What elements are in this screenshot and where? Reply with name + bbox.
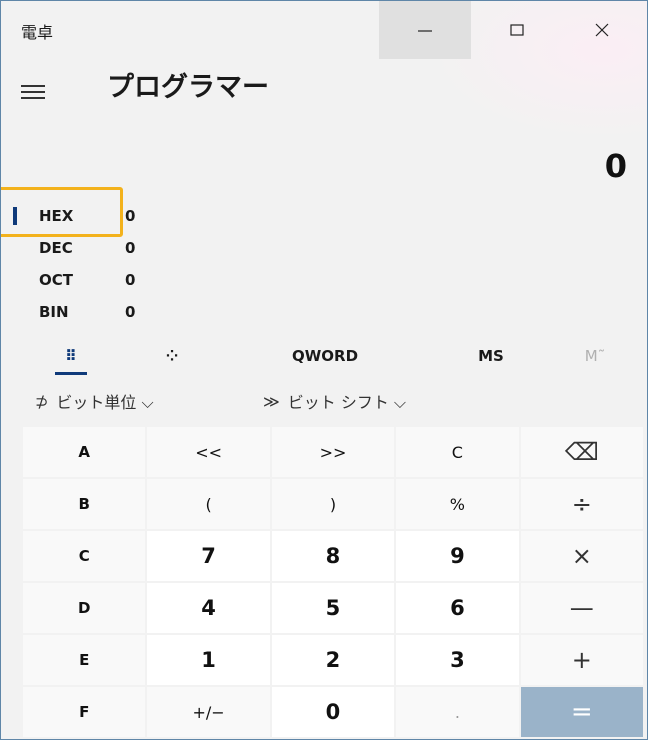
key-decimal[interactable]: . — [396, 687, 519, 737]
key-right-shift[interactable]: >> — [271, 427, 395, 477]
bitwise-icon: ⊅ — [35, 391, 49, 411]
hamburger-menu-icon[interactable] — [21, 85, 45, 99]
key-3[interactable]: 3 — [396, 635, 519, 685]
key-left-shift[interactable]: << — [147, 427, 270, 477]
backspace-icon[interactable]: ⌫ — [520, 427, 643, 477]
key-negate[interactable]: +/− — [147, 687, 270, 737]
radix-label: DEC — [39, 239, 73, 257]
radix-value: 0 — [125, 239, 136, 257]
radix-value: 0 — [125, 303, 136, 321]
key-modulo[interactable]: % — [396, 479, 519, 529]
key-add[interactable]: + — [520, 635, 643, 685]
radix-row-oct[interactable]: OCT 0 — [1, 265, 201, 295]
key-close-paren[interactable]: ) — [271, 479, 395, 529]
key-8[interactable]: 8 — [271, 531, 395, 581]
hex-highlight-box — [1, 187, 123, 237]
key-divide[interactable]: ÷ — [520, 479, 643, 529]
key-0[interactable]: 0 — [271, 687, 395, 737]
keypad-icon: ⠿ — [65, 347, 77, 365]
bit-shift-label: ビット シフト ⌵ — [287, 393, 407, 412]
bit-shift-icon: ≫ — [263, 391, 280, 411]
tab-underline — [55, 372, 87, 375]
key-equals[interactable]: = — [520, 687, 643, 737]
radix-label: OCT — [39, 271, 73, 289]
key-6[interactable]: 6 — [396, 583, 519, 633]
key-open-paren[interactable]: ( — [147, 479, 270, 529]
key-d[interactable]: D — [23, 583, 146, 633]
radix-row-dec[interactable]: DEC 0 — [1, 233, 201, 263]
result-display: 0 — [604, 147, 627, 185]
key-multiply[interactable]: × — [520, 531, 643, 581]
memory-store-button[interactable]: MS — [459, 341, 523, 371]
minimize-icon — [418, 30, 432, 32]
close-icon — [595, 23, 609, 37]
key-1[interactable]: 1 — [147, 635, 270, 685]
key-e[interactable]: E — [23, 635, 146, 685]
title-bar[interactable]: 電卓 — [1, 1, 647, 59]
key-b[interactable]: B — [23, 479, 146, 529]
word-size-button[interactable]: QWORD — [277, 341, 373, 371]
keypad-grid: A << >> C ⌫ B ( ) % ÷ C 7 8 9 × D 4 5 6 … — [23, 427, 643, 737]
mode-title: プログラマー — [107, 72, 269, 103]
key-a[interactable]: A — [23, 427, 146, 477]
tab-full-keypad[interactable]: ⠿ — [41, 341, 101, 375]
radix-label: BIN — [39, 303, 69, 321]
bit-toggle-icon: ⁘ — [165, 347, 179, 365]
radix-value: 0 — [125, 207, 136, 225]
key-f[interactable]: F — [23, 687, 146, 737]
operation-bar: ⊅ ビット単位 ⌵ ≫ ビット シフト ⌵ — [1, 379, 647, 423]
radix-value: 0 — [125, 271, 136, 289]
maximize-button[interactable] — [471, 1, 563, 59]
maximize-icon — [510, 24, 524, 36]
minimize-button[interactable] — [379, 1, 471, 59]
window-title: 電卓 — [21, 23, 54, 42]
bit-shift-dropdown[interactable]: ≫ ビット シフト ⌵ — [263, 389, 406, 413]
close-button[interactable] — [557, 1, 647, 59]
key-2[interactable]: 2 — [271, 635, 395, 685]
tab-bit-toggle[interactable]: ⁘ — [147, 341, 197, 371]
key-c[interactable]: C — [23, 531, 146, 581]
key-4[interactable]: 4 — [147, 583, 270, 633]
key-5[interactable]: 5 — [271, 583, 395, 633]
bitwise-label: ビット単位 ⌵ — [56, 393, 154, 412]
key-9[interactable]: 9 — [396, 531, 519, 581]
bitwise-dropdown[interactable]: ⊅ ビット単位 ⌵ — [35, 389, 154, 413]
key-7[interactable]: 7 — [147, 531, 270, 581]
memory-view-button[interactable]: M˜ — [567, 341, 623, 371]
keypad-tabs: ⠿ ⁘ QWORD MS M˜ — [1, 341, 647, 375]
calculator-window: 電卓 プログラマー 0 HEX 0 DEC 0 OCT 0 BIN 0 ⠿ ⁘ … — [0, 0, 648, 740]
key-clear[interactable]: C — [396, 427, 519, 477]
key-subtract[interactable]: — — [520, 583, 643, 633]
radix-row-bin[interactable]: BIN 0 — [1, 297, 201, 327]
